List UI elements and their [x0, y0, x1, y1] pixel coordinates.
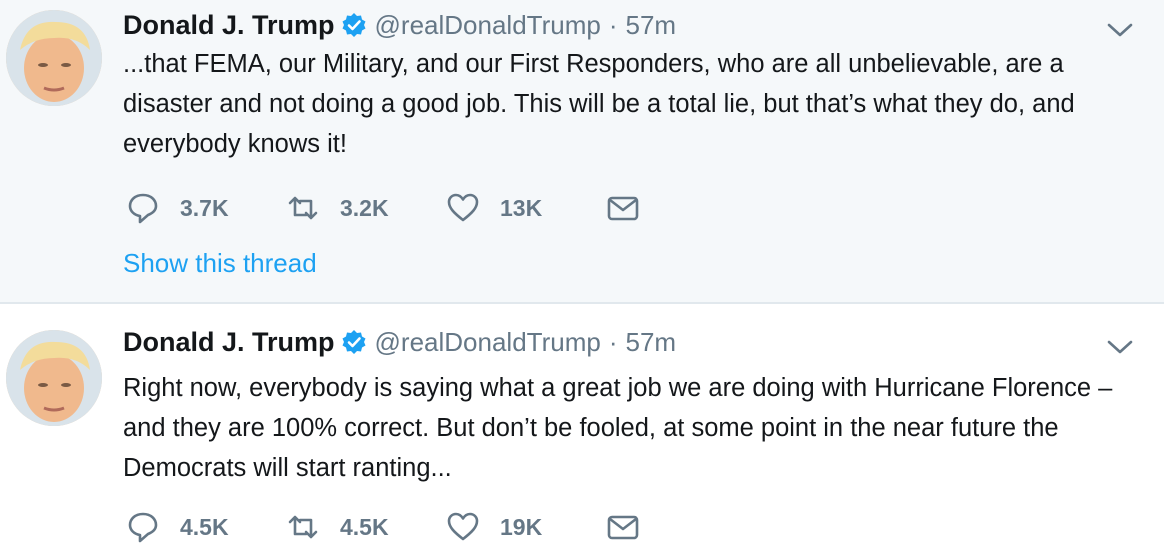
- tweet-actions: 4.5K 4.5K 19K: [126, 507, 766, 547]
- like-button[interactable]: 19K: [446, 510, 606, 544]
- author-handle[interactable]: @realDonaldTrump: [375, 327, 601, 358]
- timestamp[interactable]: 57m: [626, 10, 677, 41]
- retweet-count: 3.2K: [340, 194, 389, 221]
- verified-badge-icon: [341, 329, 367, 355]
- tweet[interactable]: Donald J. Trump @realDonaldTrump · 57m .…: [0, 0, 1164, 304]
- chevron-down-icon[interactable]: [1106, 20, 1134, 40]
- retweet-count: 4.5K: [340, 513, 389, 540]
- tweet-header: Donald J. Trump @realDonaldTrump · 57m: [123, 8, 676, 42]
- tweet-actions: 3.7K 3.2K 13K: [126, 188, 766, 228]
- retweet-button[interactable]: 4.5K: [286, 510, 446, 544]
- avatar[interactable]: [6, 330, 102, 426]
- avatar[interactable]: [6, 10, 102, 106]
- direct-message-button[interactable]: [606, 191, 766, 225]
- heart-icon: [447, 512, 479, 541]
- reply-icon: [128, 512, 158, 543]
- envelope-icon: [607, 196, 639, 221]
- show-thread-link[interactable]: Show this thread: [123, 248, 317, 279]
- retweet-icon: [288, 515, 318, 539]
- retweet-button[interactable]: 3.2K: [286, 191, 446, 225]
- tweet-text: Right now, everybody is saying what a gr…: [123, 374, 1113, 482]
- like-count: 19K: [500, 513, 543, 540]
- verified-badge-icon: [341, 12, 367, 38]
- author-name[interactable]: Donald J. Trump: [123, 327, 335, 358]
- author-handle[interactable]: @realDonaldTrump: [375, 10, 601, 41]
- reply-button[interactable]: 3.7K: [126, 191, 286, 225]
- reply-count: 4.5K: [180, 513, 229, 540]
- separator: ·: [608, 326, 618, 357]
- direct-message-button[interactable]: [606, 510, 766, 544]
- reply-icon: [128, 193, 158, 224]
- envelope-icon: [607, 515, 639, 540]
- author-name[interactable]: Donald J. Trump: [123, 10, 335, 41]
- timestamp[interactable]: 57m: [626, 327, 677, 358]
- tweet-header: Donald J. Trump @realDonaldTrump · 57m: [123, 325, 676, 359]
- like-button[interactable]: 13K: [446, 191, 606, 225]
- separator: ·: [608, 9, 618, 40]
- retweet-icon: [288, 196, 318, 220]
- like-count: 13K: [500, 194, 543, 221]
- tweet[interactable]: Donald J. Trump @realDonaldTrump · 57m R…: [0, 305, 1164, 558]
- reply-button[interactable]: 4.5K: [126, 510, 286, 544]
- heart-icon: [447, 193, 479, 222]
- tweet-text: ...that FEMA, our Military, and our Firs…: [123, 50, 1075, 158]
- chevron-down-icon[interactable]: [1106, 337, 1134, 357]
- reply-count: 3.7K: [180, 194, 229, 221]
